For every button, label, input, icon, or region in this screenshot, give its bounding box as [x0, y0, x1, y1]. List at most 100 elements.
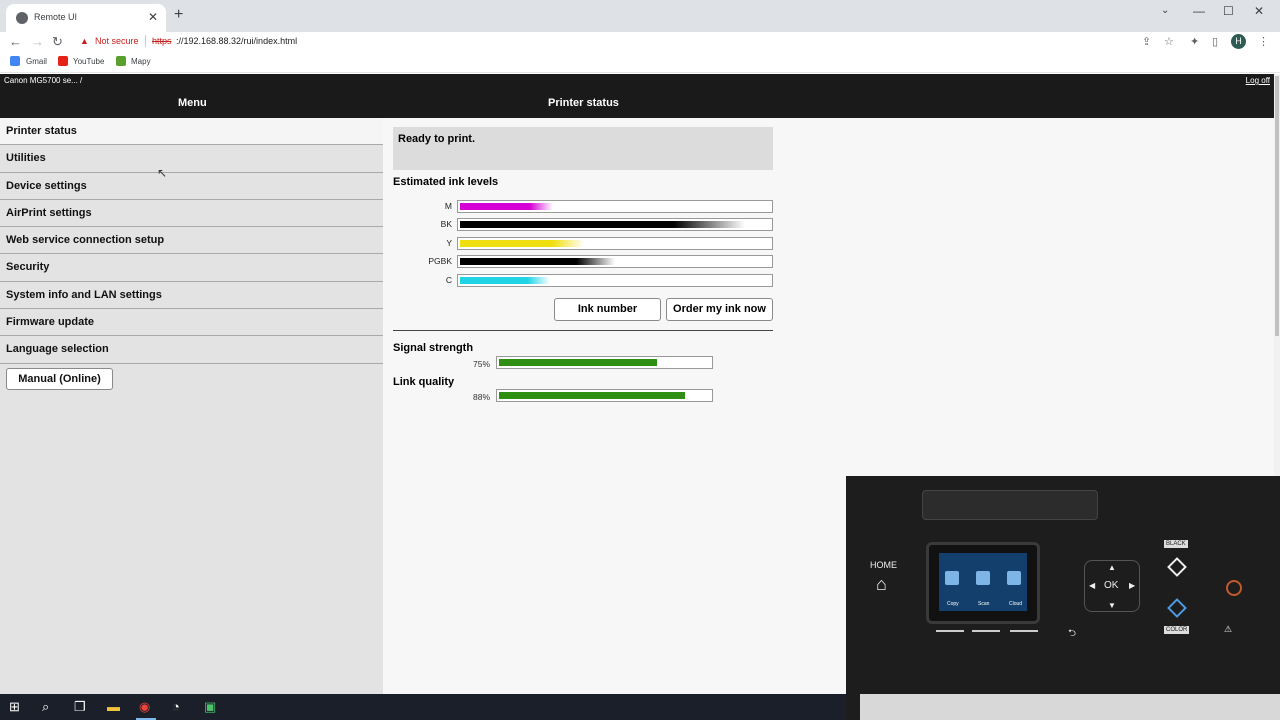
browser-tab[interactable]: Remote UI ✕: [6, 4, 166, 32]
stop-icon: [1226, 580, 1242, 596]
chrome-icon[interactable]: ◉: [139, 699, 150, 715]
sidebar-item-label: System info and LAN settings: [6, 288, 162, 301]
soft-key: [972, 630, 1000, 637]
printer-lid: [922, 490, 1098, 520]
log-off-link[interactable]: Log off: [1246, 76, 1270, 85]
url-text[interactable]: ://192.168.88.32/rui/index.html: [176, 36, 297, 46]
sidebar-item-device-settings[interactable]: Device settings: [0, 172, 383, 200]
ink-bar: [457, 200, 773, 213]
url-scheme[interactable]: https: [152, 36, 172, 46]
link-quality-label: Link quality: [393, 376, 455, 388]
mouse-cursor-icon: ↖: [157, 166, 168, 180]
forward-icon[interactable]: →: [31, 34, 44, 49]
ink-label: BK: [440, 219, 452, 229]
not-secure-label[interactable]: Not secure: [95, 36, 139, 46]
signal-strength-bar: [496, 356, 713, 369]
bookmarks-bar: Gmail YouTube Mapy: [0, 52, 1280, 73]
sidebar-menu: Printer status Utilities Device settings…: [0, 118, 383, 694]
tab-search-icon[interactable]: ⌄: [1161, 5, 1169, 16]
sidebar-item-security[interactable]: Security: [0, 254, 383, 282]
recorder-icon[interactable]: ◔: [172, 699, 180, 714]
sidebar-item-label: Device settings: [6, 179, 87, 192]
back-icon[interactable]: ←: [9, 34, 22, 49]
sidebar-item-system-info[interactable]: System info and LAN settings: [0, 281, 383, 310]
sidebar-item-label: Utilities: [6, 152, 46, 165]
mapy-icon: [116, 56, 126, 66]
youtube-icon: [58, 56, 68, 66]
page-title: Printer status: [548, 97, 619, 109]
signal-strength-fill: [499, 359, 657, 366]
sidebar-item-label: Language selection: [6, 343, 109, 356]
manual-online-button[interactable]: Manual (Online): [6, 368, 113, 390]
ink-label: PGBK: [428, 256, 452, 266]
sidebar-item-language[interactable]: Language selection: [0, 336, 383, 364]
ink-fill: [460, 277, 550, 284]
file-explorer-icon[interactable]: ▬: [107, 699, 120, 714]
maximize-icon[interactable]: ☐: [1223, 4, 1234, 18]
ink-bar: [457, 218, 773, 231]
windows-start-icon[interactable]: ⊞: [9, 699, 20, 715]
ink-bar: [457, 274, 773, 287]
up-arrow-icon: ▲: [1108, 563, 1116, 572]
sidebar-item-firmware-update[interactable]: Firmware update: [0, 309, 383, 337]
store-icon[interactable]: ▣: [204, 699, 216, 715]
close-window-icon[interactable]: ✕: [1254, 4, 1264, 18]
sidebar-item-printer-status[interactable]: Printer status: [0, 118, 383, 146]
bookmark-mapy[interactable]: Mapy: [131, 57, 151, 66]
cloud-icon: [1007, 571, 1021, 585]
printer-screen-display: Copy Scan Cloud: [939, 553, 1027, 611]
down-arrow-icon: ▼: [1108, 601, 1116, 610]
color-start-icon: [1167, 598, 1187, 618]
sidebar-item-label: Web service connection setup: [6, 234, 165, 247]
bookmark-star-icon[interactable]: ☆: [1164, 35, 1174, 48]
ink-label: M: [444, 201, 452, 211]
scan-icon: [976, 571, 990, 585]
scrollbar-thumb[interactable]: [1275, 76, 1279, 336]
taskbar: ⊞ ⌕ ❐ ▬ ◉ ◔ ▣: [0, 694, 846, 720]
address-bar: ← → ↻ ▲ Not secure https ://192.168.88.3…: [0, 32, 1280, 52]
extensions-icon[interactable]: ✦: [1190, 35, 1199, 48]
status-box: Ready to print.: [393, 127, 773, 170]
search-icon[interactable]: ⌕: [42, 699, 49, 715]
tab-title: Remote UI: [34, 12, 78, 22]
ok-label: OK: [1104, 580, 1119, 591]
sidebar-item-utilities[interactable]: Utilities: [0, 145, 383, 173]
more-menu-icon[interactable]: ⋮: [1258, 35, 1269, 48]
side-panel-icon[interactable]: ▯: [1212, 35, 1218, 48]
profile-avatar[interactable]: H: [1231, 34, 1246, 49]
soft-key: [936, 630, 964, 637]
paper-tray: [860, 694, 1280, 720]
divider: [393, 330, 773, 331]
minimize-icon[interactable]: —: [1193, 4, 1205, 18]
page-header: Menu Printer status: [0, 88, 1274, 118]
link-quality-value: 88%: [473, 392, 491, 402]
ink-row: PGBK: [393, 255, 773, 268]
sidebar-item-web-service[interactable]: Web service connection setup: [0, 227, 383, 255]
ink-number-button[interactable]: Ink number: [554, 298, 661, 321]
copy-icon: [945, 571, 959, 585]
order-ink-button[interactable]: Order my ink now: [666, 298, 773, 321]
ink-bar: [457, 237, 773, 250]
task-view-icon[interactable]: ❐: [74, 699, 86, 715]
ink-row: M: [393, 200, 773, 213]
close-tab-icon[interactable]: ✕: [148, 10, 158, 24]
bookmark-youtube[interactable]: YouTube: [73, 57, 104, 66]
new-tab-button[interactable]: +: [174, 6, 183, 24]
sidebar-item-label: AirPrint settings: [6, 206, 92, 219]
screen-copy-label: Copy: [947, 601, 959, 607]
device-name: Canon MG5700 se... /: [4, 76, 83, 85]
back-button-icon: ⮌: [1068, 628, 1077, 639]
device-strip: Canon MG5700 se... / Log off: [0, 74, 1274, 88]
link-quality-fill: [499, 392, 685, 399]
home-label: HOME: [870, 560, 897, 570]
color-label: COLOR: [1164, 626, 1190, 634]
printer-screen: Copy Scan Cloud: [926, 542, 1040, 624]
reload-icon[interactable]: ↻: [52, 34, 63, 50]
ink-fill: [460, 240, 584, 247]
bookmark-gmail[interactable]: Gmail: [26, 57, 47, 66]
ink-fill: [460, 258, 615, 265]
share-icon[interactable]: ⇪: [1142, 35, 1151, 48]
warning-icon[interactable]: ▲: [80, 36, 89, 46]
ink-levels-heading: Estimated ink levels: [393, 176, 499, 188]
sidebar-item-airprint-settings[interactable]: AirPrint settings: [0, 199, 383, 228]
